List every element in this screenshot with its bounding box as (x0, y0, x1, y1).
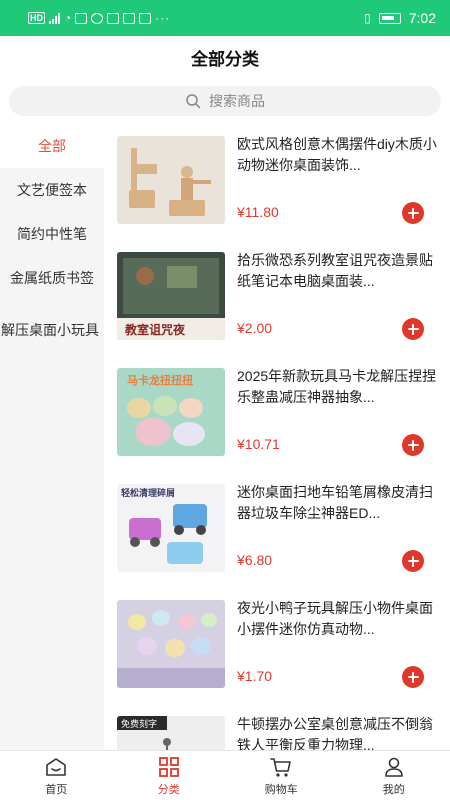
sidebar-item-notebooks[interactable]: 文艺便签本 (0, 168, 104, 212)
product-image (117, 136, 225, 224)
nav-label: 分类 (157, 783, 180, 796)
bottom-nav: 首页 分类 购物车 我的 (0, 750, 450, 800)
product-list: 欧式风格创意木偶摆件diy木质小动物迷你桌面装饰... ¥11.80 教室诅咒夜… (104, 124, 450, 750)
search-placeholder: 搜索商品 (209, 93, 265, 109)
sidebar-item-all[interactable]: 全部 (0, 124, 104, 168)
status-time: 7:02 (408, 10, 436, 26)
product-image: 教室诅咒夜 (117, 252, 225, 340)
sidebar-item-label: 解压桌面小玩具 (1, 321, 99, 338)
category-sidebar: 全部 文艺便签本 简约中性笔 金属纸质书签 解压桌面小玩具 (0, 124, 104, 750)
sidebar-item-bookmarks[interactable]: 金属纸质书签 (0, 256, 104, 300)
product-image-caption: 轻松清理碎屑 (121, 487, 175, 499)
product-price: ¥2.00 (237, 320, 273, 336)
product-image-caption: 马卡龙扭扭扭 (127, 373, 193, 387)
app-notification-icon (75, 12, 88, 24)
hd-indicator: HD (28, 12, 45, 24)
product-image: 免费刻字 (117, 716, 225, 750)
nav-label: 首页 (45, 783, 68, 796)
product-image-caption: 免费刻字 (121, 718, 157, 730)
nav-cart[interactable]: 购物车 (225, 751, 338, 800)
wifi-icon: ◔ (64, 11, 72, 25)
status-icons-right: ▯ 7:02 (364, 10, 436, 26)
product-image: 轻松清理碎屑 (117, 484, 225, 572)
sidebar-item-label: 文艺便签本 (17, 182, 87, 198)
product-price: ¥11.80 (237, 204, 279, 220)
product-image (117, 600, 225, 688)
product-card[interactable]: 轻松清理碎屑 迷你桌面扫地车铅笔屑橡皮清扫器垃圾车除尘神器ED... ¥6.80 (104, 472, 450, 582)
product-title: 夜光小鸭子玩具解压小物件桌面小摆件迷你仿真动物... (237, 600, 433, 637)
status-bar: HD ◔ ··· ▯ 7:02 (0, 0, 450, 36)
nav-home[interactable]: 首页 (0, 751, 113, 800)
search-bar[interactable]: 搜索商品 (9, 86, 441, 116)
product-title: 迷你桌面扫地车铅笔屑橡皮清扫器垃圾车除尘神器ED... (237, 484, 433, 521)
nav-label: 我的 (382, 783, 405, 796)
nav-category[interactable]: 分类 (113, 751, 226, 800)
signal-icon (49, 12, 60, 24)
weibo-icon (91, 12, 104, 24)
vibrate-icon: ▯ (364, 11, 371, 25)
home-icon (46, 757, 67, 776)
product-card[interactable]: 马卡龙扭扭扭 2025年新款玩具马卡龙解压捏捏乐整蛊减压神器抽象... ¥10.… (104, 356, 450, 466)
product-title: 牛顿摆办公室桌创意减压不倒翁铁人平衡反重力物理... (237, 716, 433, 750)
product-title: 2025年新款玩具马卡龙解压捏捏乐整蛊减压神器抽象... (237, 368, 437, 405)
sidebar-item-desk-toys[interactable]: 解压桌面小玩具 (0, 300, 104, 360)
mail-icon (107, 12, 120, 24)
status-icons-left: HD ◔ ··· (28, 11, 364, 25)
product-card[interactable]: 夜光小鸭子玩具解压小物件桌面小摆件迷你仿真动物... ¥1.70 (104, 588, 450, 698)
product-title: 欧式风格创意木偶摆件diy木质小动物迷你桌面装饰... (237, 136, 437, 173)
product-card[interactable]: 教室诅咒夜 拾乐微恐系列教室诅咒夜造景贴纸笔记本电脑桌面装... ¥2.00 (104, 240, 450, 350)
product-image: 马卡龙扭扭扭 (117, 368, 225, 456)
sidebar-item-label: 金属纸质书签 (10, 270, 94, 286)
add-to-cart-button[interactable] (402, 550, 424, 572)
cart-icon (270, 757, 292, 777)
product-card[interactable]: 欧式风格创意木偶摆件diy木质小动物迷你桌面装饰... ¥11.80 (104, 124, 450, 234)
product-image-caption: 教室诅咒夜 (124, 322, 186, 337)
add-to-cart-button[interactable] (402, 318, 424, 340)
add-to-cart-button[interactable] (402, 666, 424, 688)
category-icon (158, 756, 179, 777)
product-price: ¥1.70 (237, 668, 273, 684)
sidebar-item-label: 简约中性笔 (17, 226, 87, 242)
add-to-cart-button[interactable] (402, 202, 424, 224)
header: 全部分类 (0, 36, 450, 78)
message-icon (139, 12, 152, 24)
add-to-cart-button[interactable] (402, 434, 424, 456)
nav-label: 购物车 (264, 783, 298, 796)
sidebar-item-label: 全部 (38, 138, 66, 154)
product-title: 拾乐微恐系列教室诅咒夜造景贴纸笔记本电脑桌面装... (237, 252, 433, 289)
product-price: ¥6.80 (237, 552, 273, 568)
search-icon (186, 94, 201, 109)
battery-icon (378, 12, 401, 24)
more-notifications-icon: ··· (155, 11, 171, 25)
product-card[interactable]: 免费刻字 牛顿摆办公室桌创意减压不倒翁铁人平衡反重力物理... (104, 704, 450, 750)
product-price: ¥10.71 (237, 436, 280, 452)
nav-profile[interactable]: 我的 (338, 751, 450, 800)
avatar-notification-icon (123, 12, 136, 24)
user-icon (384, 757, 403, 777)
sidebar-item-pens[interactable]: 简约中性笔 (0, 212, 104, 256)
page-title: 全部分类 (191, 49, 259, 69)
